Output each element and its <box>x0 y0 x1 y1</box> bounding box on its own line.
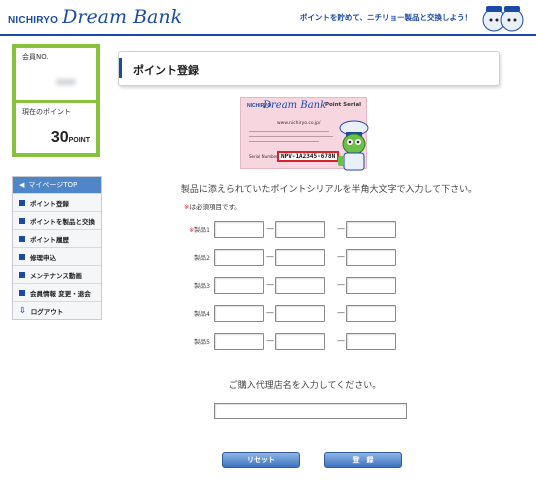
menu-item-point-register[interactable]: ポイント登録 <box>13 193 101 211</box>
product-label: 製品5 <box>176 337 210 346</box>
logo-dream-bank-text: Dream Bank <box>62 6 183 28</box>
header-tagline: ポイントを貯めて、ニチリョー製品と交換しよう！ <box>299 13 472 22</box>
menu-item-member-settings[interactable]: 会員情報 変更・退会 <box>13 283 101 301</box>
serial-separator: — <box>266 308 274 317</box>
menu-item-maintenance-video[interactable]: メンテナンス動画 <box>13 265 101 283</box>
required-note-text: は必須項目です。 <box>189 203 241 211</box>
card-text-line <box>249 141 319 142</box>
mascot-icon <box>482 6 524 32</box>
card-serial-label: Serial Number <box>249 154 278 159</box>
serial-separator: — <box>337 308 345 317</box>
card-point-serial-text: Point Serial <box>325 102 362 108</box>
serial-instruction: 製品に添えられていたポイントシリアルを半角大文字で入力して下さい。 <box>180 185 478 195</box>
product-label-text: 製品2 <box>194 255 210 262</box>
member-number-panel: 会員NO. <box>16 48 96 112</box>
logout-icon: ⇩ <box>19 306 26 315</box>
menu-item-label: メンテナンス動画 <box>30 271 82 280</box>
member-number-redacted <box>56 79 76 85</box>
bullet-square-icon <box>19 199 25 206</box>
bullet-square-icon <box>19 235 25 242</box>
title-accent-bar <box>119 58 122 78</box>
page-title: ポイント登録 <box>133 64 199 77</box>
card-serial-value: NPV-1A2345-678N <box>277 151 340 162</box>
product-label: 製品3 <box>176 281 210 290</box>
serial-separator: — <box>337 280 345 289</box>
menu-item-point-history[interactable]: ポイント履歴 <box>13 229 101 247</box>
serial-input-part1[interactable] <box>214 249 264 266</box>
product-label-text: 製品4 <box>194 311 210 318</box>
product-label-text: 製品3 <box>194 283 210 290</box>
serial-separator: — <box>337 336 345 345</box>
serial-input-part2[interactable] <box>275 249 325 266</box>
product-label: 製品4 <box>176 309 210 318</box>
points-display: 30POINT <box>51 129 90 147</box>
serial-input-part1[interactable] <box>214 221 264 238</box>
site-header: NICHIRYO Dream Bank ポイントを貯めて、ニチリョー製品と交換し… <box>0 0 536 36</box>
bullet-square-icon <box>19 271 25 278</box>
store-name-label: ご購入代理店名を入力してください。 <box>228 381 382 391</box>
points-label: 現在のポイント <box>22 108 71 116</box>
bullet-square-icon <box>19 253 25 260</box>
menu-item-repair-request[interactable]: 修理申込 <box>13 247 101 265</box>
card-dream-text: Dream Bank <box>263 100 327 111</box>
reset-button[interactable]: リセット <box>222 452 300 468</box>
bullet-square-icon <box>19 289 25 296</box>
menu-item-label: ポイント登録 <box>30 199 69 208</box>
member-info-box: 会員NO. 現在のポイント 30POINT <box>12 44 100 157</box>
required-note: ※は必須項目です。 <box>184 201 241 211</box>
product-label-text: 製品5 <box>194 339 210 346</box>
member-number-label: 会員NO. <box>22 53 49 61</box>
product-label: ※製品1 <box>176 225 210 234</box>
register-button[interactable]: 登 録 <box>324 452 402 468</box>
member-points-panel: 現在のポイント 30POINT <box>16 103 96 153</box>
serial-separator: — <box>266 224 274 233</box>
serial-input-part2[interactable] <box>275 333 325 350</box>
card-text-line <box>249 131 329 132</box>
menu-item-label: ポイントを製品と交換 <box>30 217 95 226</box>
serial-input-part3[interactable] <box>346 221 396 238</box>
product-label: 製品2 <box>176 253 210 262</box>
serial-input-part3[interactable] <box>346 305 396 322</box>
menu-item-point-exchange[interactable]: ポイントを製品と交換 <box>13 211 101 229</box>
menu-item-mypage-top[interactable]: ◀ マイページTOP <box>13 177 101 193</box>
product-label-text: 製品1 <box>194 227 210 234</box>
card-text-line <box>249 136 333 137</box>
serial-input-part1[interactable] <box>214 333 264 350</box>
page-title-bar: ポイント登録 <box>118 51 500 86</box>
serial-input-part2[interactable] <box>275 277 325 294</box>
home-arrow-icon: ◀ <box>19 181 25 189</box>
menu-item-label: ログアウト <box>30 307 64 316</box>
serial-separator: — <box>337 252 345 261</box>
logo-corp-text: NICHIRYO <box>8 15 59 26</box>
store-name-input[interactable] <box>214 403 407 419</box>
serial-input-part3[interactable] <box>346 277 396 294</box>
serial-separator: — <box>266 336 274 345</box>
card-url-text: www.nichiryo.co.jp/ <box>277 121 321 126</box>
site-logo[interactable]: NICHIRYO Dream Bank <box>8 6 182 30</box>
menu-item-label: 修理申込 <box>30 253 56 262</box>
serial-input-part1[interactable] <box>214 305 264 322</box>
serial-separator: — <box>266 280 274 289</box>
serial-separator: — <box>266 252 274 261</box>
serial-input-part3[interactable] <box>346 249 396 266</box>
bullet-square-icon <box>19 217 25 224</box>
menu-item-label: マイページTOP <box>28 181 78 189</box>
serial-input-part3[interactable] <box>346 333 396 350</box>
menu-item-logout[interactable]: ⇩ ログアウト <box>13 301 101 319</box>
serial-input-part2[interactable] <box>275 221 325 238</box>
menu-item-label: ポイント履歴 <box>30 235 69 244</box>
mascot-character-icon <box>338 120 369 171</box>
sidebar-menu: ◀ マイページTOP ポイント登録 ポイントを製品と交換 ポイント履歴 修理申込… <box>12 176 102 320</box>
menu-item-label: 会員情報 変更・退会 <box>30 289 91 298</box>
points-value: 30 <box>50 129 69 146</box>
points-unit: POINT <box>68 137 90 144</box>
serial-separator: — <box>337 224 345 233</box>
serial-input-part2[interactable] <box>275 305 325 322</box>
serial-input-part1[interactable] <box>214 277 264 294</box>
